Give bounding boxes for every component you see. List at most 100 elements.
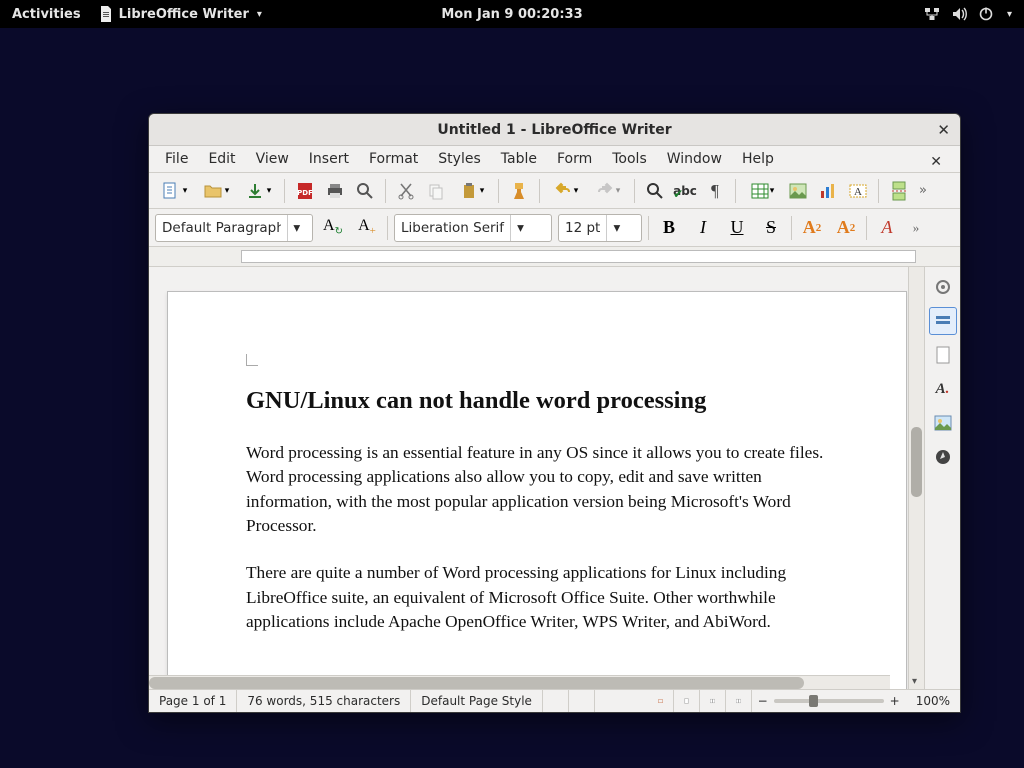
status-pagestyle[interactable]: Default Page Style: [411, 690, 543, 712]
activities-button[interactable]: Activities: [12, 7, 81, 22]
scroll-down-icon[interactable]: ▾: [912, 676, 917, 687]
slider-knob[interactable]: [809, 695, 818, 707]
view-book-button[interactable]: [726, 690, 752, 712]
menu-window[interactable]: Window: [657, 148, 732, 170]
gnome-topbar: Activities LibreOffice Writer ▾ Mon Jan …: [0, 0, 1024, 28]
power-icon[interactable]: [979, 7, 993, 21]
insert-textbox-button[interactable]: A: [845, 178, 871, 204]
formatting-marks-button[interactable]: ¶: [702, 178, 728, 204]
cut-button[interactable]: [393, 178, 419, 204]
paragraph-style-combo[interactable]: Default Paragraph ▾: [155, 214, 313, 242]
app-window: Untitled 1 - LibreOffice Writer ✕ File E…: [148, 113, 961, 713]
insert-pagebreak-button[interactable]: [886, 178, 912, 204]
underline-button[interactable]: U: [723, 214, 751, 242]
document-viewport[interactable]: GNU/Linux can not handle word processing…: [149, 267, 908, 689]
doc-paragraph[interactable]: Word processing is an essential feature …: [246, 441, 828, 466]
print-preview-button[interactable]: [352, 178, 378, 204]
fmt-overflow-button[interactable]: »: [907, 214, 925, 242]
status-insertmode[interactable]: [569, 690, 595, 712]
insert-table-button[interactable]: ▾: [743, 178, 781, 204]
new-doc-button[interactable]: ▾: [155, 178, 193, 204]
zoom-in-button[interactable]: +: [890, 694, 900, 708]
strikethrough-button[interactable]: S: [757, 214, 785, 242]
open-button[interactable]: ▾: [197, 178, 235, 204]
save-button[interactable]: ▾: [239, 178, 277, 204]
zoom-out-button[interactable]: −: [758, 694, 768, 708]
insert-image-button[interactable]: [785, 178, 811, 204]
doc-paragraph[interactable]: Word processing applications also allow …: [246, 465, 828, 539]
sidebar-settings-button[interactable]: [929, 273, 957, 301]
doc-heading[interactable]: GNU/Linux can not handle word processing: [246, 384, 828, 419]
insert-chart-button[interactable]: [815, 178, 841, 204]
find-replace-button[interactable]: [642, 178, 668, 204]
sidebar-panel: A.: [924, 267, 960, 689]
network-icon[interactable]: [924, 7, 940, 21]
print-button[interactable]: [322, 178, 348, 204]
zoom-controls[interactable]: − +: [752, 690, 906, 712]
statusbar: Page 1 of 1 76 words, 515 characters Def…: [149, 689, 960, 712]
menu-format[interactable]: Format: [359, 148, 428, 170]
status-signature[interactable]: [648, 690, 674, 712]
volume-icon[interactable]: [952, 7, 967, 21]
italic-button[interactable]: I: [689, 214, 717, 242]
horizontal-scrollbar[interactable]: [149, 675, 890, 689]
chevron-down-icon: ▾: [287, 215, 306, 241]
superscript-button[interactable]: A2: [798, 214, 826, 242]
formatting-toolbar: Default Paragraph ▾ A↻ A+ Liberation Ser…: [149, 209, 960, 247]
spellcheck-button[interactable]: abc✔: [672, 178, 698, 204]
status-wordcount[interactable]: 76 words, 515 characters: [237, 690, 411, 712]
export-pdf-button[interactable]: PDF: [292, 178, 318, 204]
menu-insert[interactable]: Insert: [299, 148, 359, 170]
update-style-button[interactable]: A↻: [319, 214, 347, 242]
document-page[interactable]: GNU/Linux can not handle word processing…: [167, 291, 907, 689]
zoom-percent[interactable]: 100%: [906, 690, 960, 712]
view-multipage-button[interactable]: [700, 690, 726, 712]
redo-button[interactable]: ▾: [589, 178, 627, 204]
menu-table[interactable]: Table: [491, 148, 547, 170]
window-close-button[interactable]: ✕: [937, 121, 950, 139]
paste-button[interactable]: ▾: [453, 178, 491, 204]
chevron-down-icon: ▾: [257, 9, 262, 20]
sidebar-styles-button[interactable]: A.: [929, 375, 957, 403]
status-page[interactable]: Page 1 of 1: [149, 690, 237, 712]
svg-text:A: A: [854, 186, 862, 198]
horizontal-ruler[interactable]: [149, 247, 960, 267]
menu-view[interactable]: View: [246, 148, 299, 170]
clear-formatting-button[interactable]: A: [873, 214, 901, 242]
sidebar-gallery-button[interactable]: [929, 409, 957, 437]
subscript-button[interactable]: A2: [832, 214, 860, 242]
margin-marker-icon: [246, 354, 258, 366]
toolbar-overflow-button[interactable]: »: [916, 178, 930, 204]
clock[interactable]: Mon Jan 9 00:20:33: [441, 7, 582, 22]
clone-formatting-button[interactable]: [506, 178, 532, 204]
font-size-combo[interactable]: 12 pt ▾: [558, 214, 642, 242]
app-menu[interactable]: LibreOffice Writer ▾: [99, 6, 262, 22]
zoom-slider[interactable]: [774, 699, 884, 703]
undo-button[interactable]: ▾: [547, 178, 585, 204]
menu-styles[interactable]: Styles: [428, 148, 490, 170]
menu-tools[interactable]: Tools: [602, 148, 657, 170]
sidebar-properties-button[interactable]: [929, 307, 957, 335]
chevron-down-icon: ▾: [606, 215, 626, 241]
menubar: File Edit View Insert Format Styles Tabl…: [149, 146, 960, 173]
sidebar-page-button[interactable]: [929, 341, 957, 369]
scrollbar-thumb[interactable]: [911, 427, 922, 497]
status-language[interactable]: [543, 690, 569, 712]
vertical-scrollbar[interactable]: ▾: [908, 267, 924, 689]
view-singlepage-button[interactable]: [674, 690, 700, 712]
document-close-button[interactable]: ✕: [920, 151, 952, 173]
svg-text:PDF: PDF: [297, 189, 313, 197]
menu-form[interactable]: Form: [547, 148, 602, 170]
menu-help[interactable]: Help: [732, 148, 784, 170]
new-style-button[interactable]: A+: [353, 214, 381, 242]
copy-button[interactable]: [423, 178, 449, 204]
font-name-combo[interactable]: Liberation Serif ▾: [394, 214, 552, 242]
document-icon: [99, 6, 113, 22]
doc-paragraph[interactable]: There are quite a number of Word process…: [246, 561, 828, 635]
titlebar[interactable]: Untitled 1 - LibreOffice Writer ✕: [149, 114, 960, 146]
menu-file[interactable]: File: [155, 148, 198, 170]
menu-edit[interactable]: Edit: [198, 148, 245, 170]
scrollbar-thumb[interactable]: [149, 677, 804, 689]
bold-button[interactable]: B: [655, 214, 683, 242]
sidebar-navigator-button[interactable]: [929, 443, 957, 471]
